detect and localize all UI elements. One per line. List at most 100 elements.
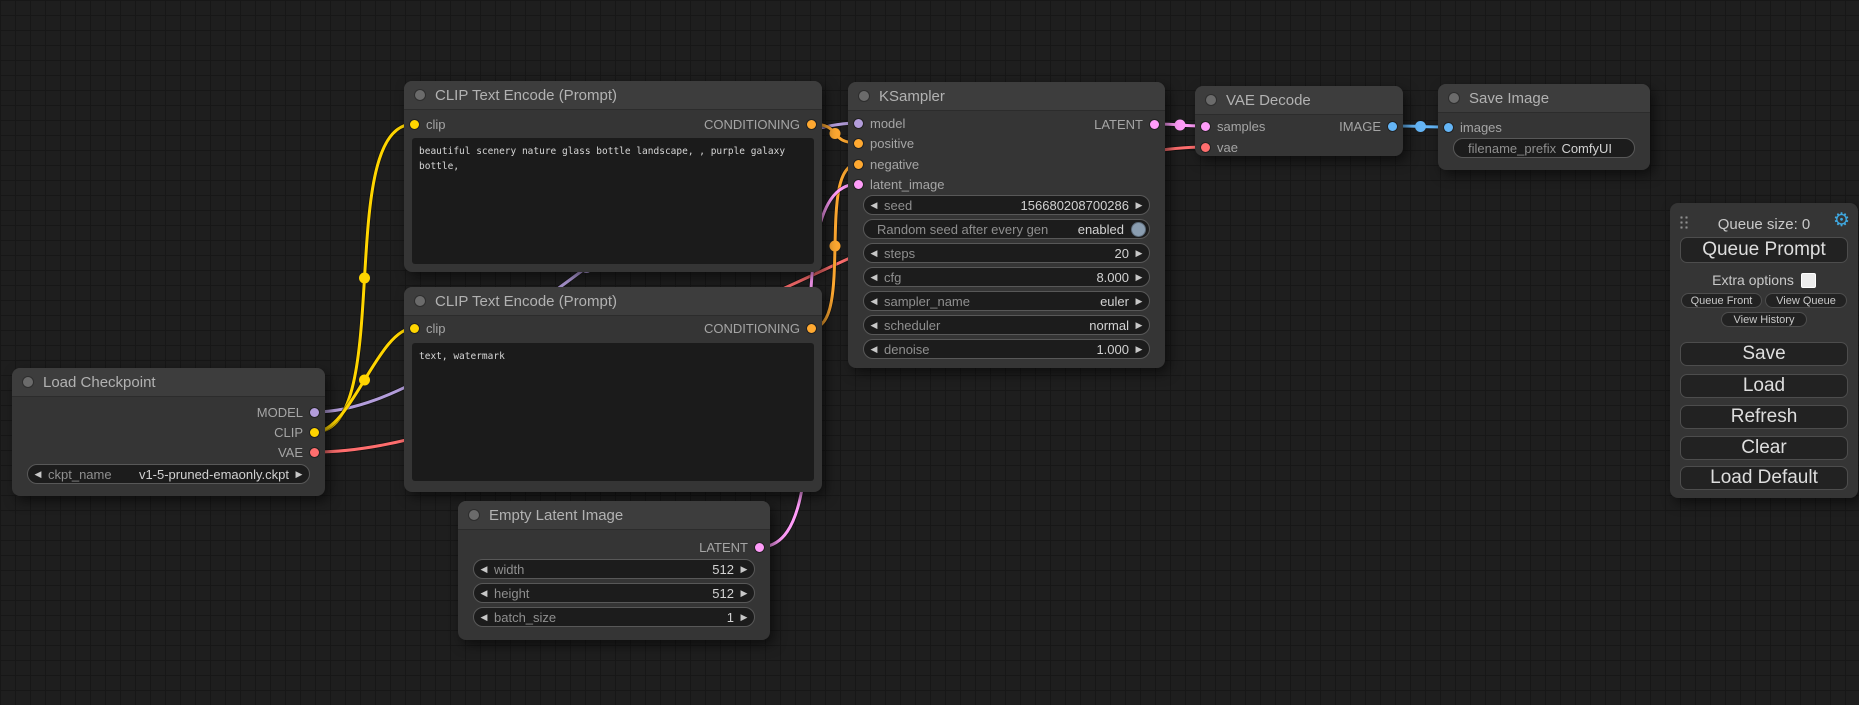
- output-dot-IMAGE[interactable]: [1388, 122, 1397, 131]
- widget-filename_prefix[interactable]: filename_prefixComfyUI: [1453, 138, 1635, 158]
- widget-decrement-arrow[interactable]: ◀: [864, 272, 884, 283]
- widget-decrement-arrow[interactable]: ◀: [864, 320, 884, 331]
- collapse-dot-icon[interactable]: [1449, 93, 1459, 103]
- load-button[interactable]: Load: [1680, 374, 1848, 398]
- output-dot-CONDITIONING[interactable]: [807, 120, 816, 129]
- refresh-button[interactable]: Refresh: [1680, 405, 1848, 429]
- ksampler-title-bar[interactable]: KSampler: [848, 82, 1165, 111]
- collapse-dot-icon[interactable]: [415, 90, 425, 100]
- widget-denoise[interactable]: ◀denoise 1.000▶: [863, 339, 1150, 359]
- clip-text-encode-negative[interactable]: CLIP Text Encode (Prompt)clipCONDITIONIN…: [404, 287, 822, 492]
- output-dot-LATENT[interactable]: [1150, 120, 1159, 129]
- clip-text-encode-negative-title-bar[interactable]: CLIP Text Encode (Prompt): [404, 287, 822, 316]
- widget-batch_size[interactable]: ◀batch_size1▶: [473, 607, 755, 627]
- widget-decrement-arrow[interactable]: ◀: [864, 200, 884, 211]
- widget-value: 512: [712, 562, 734, 577]
- widget-increment-arrow[interactable]: ▶: [1129, 272, 1149, 283]
- widget-increment-arrow[interactable]: ▶: [734, 588, 754, 599]
- toggle-pin-icon[interactable]: [1131, 222, 1146, 237]
- widget-label: denoise: [884, 342, 930, 357]
- output-slot-LATENT: LATENT: [1094, 116, 1159, 132]
- vae-decode-title-bar[interactable]: VAE Decode: [1195, 86, 1403, 115]
- widget-decrement-arrow[interactable]: ◀: [864, 248, 884, 259]
- output-dot-VAE[interactable]: [310, 448, 319, 457]
- output-slot-IMAGE: IMAGE: [1339, 118, 1397, 134]
- widget-decrement-arrow[interactable]: ◀: [864, 344, 884, 355]
- widget-value: 1: [727, 610, 734, 625]
- widget-value: 156680208700286: [1021, 198, 1129, 213]
- widget-sampler_name[interactable]: ◀sampler_nameeuler▶: [863, 291, 1150, 311]
- collapse-dot-icon[interactable]: [1206, 95, 1216, 105]
- widget-random-seed-after-every-gen[interactable]: Random seed after every genenabled: [863, 219, 1150, 239]
- clip-text-encode-positive[interactable]: CLIP Text Encode (Prompt) clip CONDITIONIN…: [404, 81, 822, 272]
- widget-cfg[interactable]: ◀cfg8.000▶: [863, 267, 1150, 287]
- queue-prompt-button[interactable]: Queue Prompt: [1680, 237, 1848, 263]
- node-container: Load CheckpointMODELCLIPVAE◀ckpt_namev1-…: [0, 0, 1859, 705]
- widget-increment-arrow[interactable]: ▶: [1129, 344, 1149, 355]
- save-image[interactable]: Save Imageimagesfilename_prefixComfyUI: [1438, 84, 1650, 170]
- output-dot-CONDITIONING[interactable]: [807, 324, 816, 333]
- widget-increment-arrow[interactable]: ▶: [289, 469, 309, 480]
- collapse-dot-icon[interactable]: [415, 296, 425, 306]
- widget-increment-arrow[interactable]: ▶: [1129, 320, 1149, 331]
- widget-increment-arrow[interactable]: ▶: [1129, 248, 1149, 259]
- save-image-title-bar[interactable]: Save Image: [1438, 84, 1650, 113]
- extra-options-checkbox[interactable]: [1801, 273, 1816, 288]
- input-label-positive: positive: [870, 136, 914, 151]
- prompt-textarea[interactable]: beautiful scenery nature glass bottle la…: [412, 138, 814, 264]
- ksampler[interactable]: KSamplermodelpositivenegativelatent_imag…: [848, 82, 1165, 368]
- widget-increment-arrow[interactable]: ▶: [1129, 296, 1149, 307]
- input-dot-latent_image[interactable]: [854, 180, 863, 189]
- input-dot-images[interactable]: [1444, 123, 1453, 132]
- vae-decode[interactable]: VAE DecodesamplesvaeIMAGE: [1195, 86, 1403, 156]
- widget-decrement-arrow[interactable]: ◀: [28, 469, 48, 480]
- empty-latent-image[interactable]: Empty Latent ImageLATENT◀width512▶◀heigh…: [458, 501, 770, 640]
- settings-gear-icon[interactable]: ⚙: [1833, 211, 1850, 230]
- widget-label: sampler_name: [884, 294, 970, 309]
- input-slot-clip: clip: [410, 320, 446, 336]
- output-dot-CLIP[interactable]: [310, 428, 319, 437]
- widget-width[interactable]: ◀width512▶: [473, 559, 755, 579]
- empty-latent-image-title-bar[interactable]: Empty Latent Image: [458, 501, 770, 530]
- widget-increment-arrow[interactable]: ▶: [1129, 200, 1149, 211]
- save-button[interactable]: Save: [1680, 342, 1848, 366]
- queue-front-button[interactable]: Queue Front: [1681, 293, 1762, 308]
- input-dot-vae[interactable]: [1201, 143, 1210, 152]
- output-dot-LATENT[interactable]: [755, 543, 764, 552]
- clip-text-encode-positive-title-bar[interactable]: CLIP Text Encode (Prompt): [404, 81, 822, 110]
- widget-decrement-arrow[interactable]: ◀: [474, 588, 494, 599]
- collapse-dot-icon[interactable]: [23, 377, 33, 387]
- input-dot-model[interactable]: [854, 119, 863, 128]
- view-queue-button[interactable]: View Queue: [1765, 293, 1847, 308]
- widget-decrement-arrow[interactable]: ◀: [474, 564, 494, 575]
- output-label-CONDITIONING: CONDITIONING: [704, 117, 800, 132]
- widget-label: height: [494, 586, 529, 601]
- output-dot-MODEL[interactable]: [310, 408, 319, 417]
- widget-ckpt_name[interactable]: ◀ckpt_namev1-5-pruned-emaonly.ckpt▶: [27, 464, 310, 484]
- input-label-negative: negative: [870, 157, 919, 172]
- widget-decrement-arrow[interactable]: ◀: [864, 296, 884, 307]
- input-dot-clip[interactable]: [410, 120, 419, 129]
- load-checkpoint[interactable]: Load CheckpointMODELCLIPVAE◀ckpt_namev1-…: [12, 368, 325, 496]
- widget-increment-arrow[interactable]: ▶: [734, 564, 754, 575]
- input-dot-positive[interactable]: [854, 139, 863, 148]
- input-dot-samples[interactable]: [1201, 122, 1210, 131]
- clear-button[interactable]: Clear: [1680, 436, 1848, 460]
- widget-scheduler[interactable]: ◀schedulernormal▶: [863, 315, 1150, 335]
- queue-menu-panel: Queue size: 0 ⚙ Queue Prompt Extra optio…: [1670, 203, 1858, 498]
- input-dot-clip[interactable]: [410, 324, 419, 333]
- widget-increment-arrow[interactable]: ▶: [734, 612, 754, 623]
- widget-seed[interactable]: ◀seed156680208700286▶: [863, 195, 1150, 215]
- widget-decrement-arrow[interactable]: ◀: [474, 612, 494, 623]
- load-checkpoint-title-bar[interactable]: Load Checkpoint: [12, 368, 325, 397]
- widget-value: 1.000: [1096, 342, 1129, 357]
- input-slot-clip: clip: [410, 116, 446, 132]
- collapse-dot-icon[interactable]: [469, 510, 479, 520]
- collapse-dot-icon[interactable]: [859, 91, 869, 101]
- view-history-button[interactable]: View History: [1721, 312, 1807, 327]
- prompt-textarea[interactable]: text, watermark: [412, 343, 814, 481]
- load-default-button[interactable]: Load Default: [1680, 466, 1848, 490]
- input-dot-negative[interactable]: [854, 160, 863, 169]
- widget-steps[interactable]: ◀steps20▶: [863, 243, 1150, 263]
- widget-height[interactable]: ◀height512▶: [473, 583, 755, 603]
